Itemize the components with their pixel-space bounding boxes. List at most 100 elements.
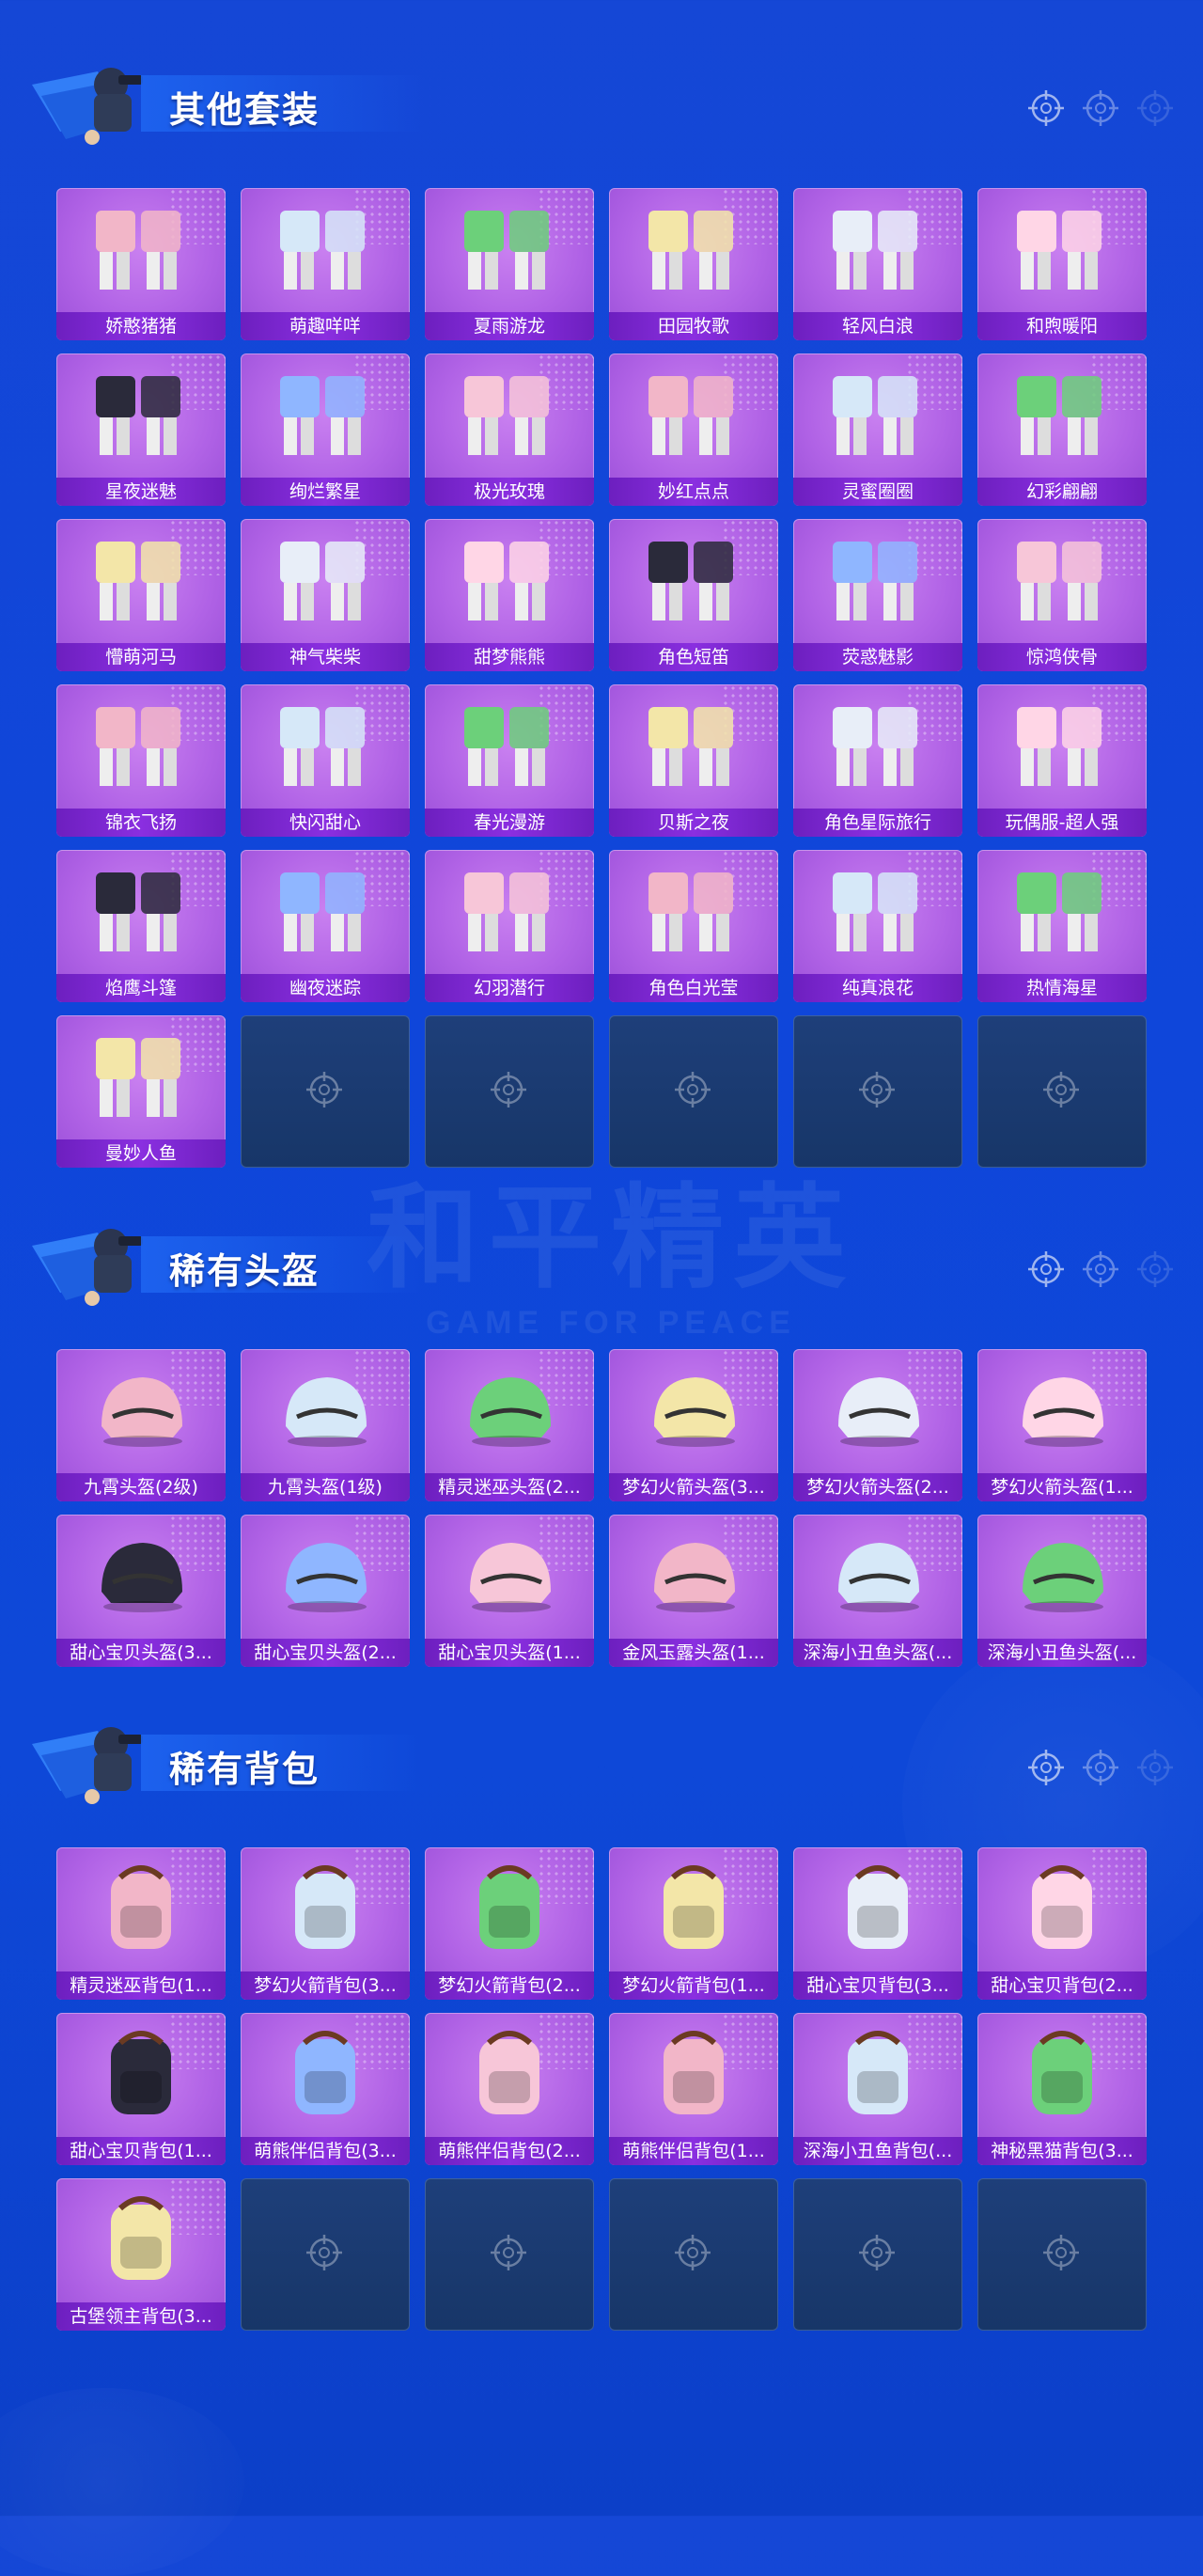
backpack-icon bbox=[664, 2031, 724, 2114]
empty-slot[interactable] bbox=[977, 1015, 1147, 1168]
outfit-icon bbox=[464, 872, 549, 951]
item-card[interactable]: 锦衣飞扬 bbox=[56, 684, 226, 837]
crosshair-icon bbox=[1081, 1249, 1120, 1289]
outfit-icon bbox=[280, 211, 365, 290]
item-card[interactable]: 妙红点点 bbox=[609, 353, 778, 506]
item-card[interactable]: 星夜迷魅 bbox=[56, 353, 226, 506]
item-card[interactable]: 萌趣咩咩 bbox=[241, 188, 410, 340]
item-card[interactable]: 绚烂繁星 bbox=[241, 353, 410, 506]
outfit-icon bbox=[1017, 211, 1101, 290]
item-card[interactable]: 神秘黑猫背包(3... bbox=[977, 2013, 1147, 2165]
item-card[interactable]: 精灵迷巫头盔(2... bbox=[425, 1349, 594, 1501]
item-card[interactable]: 九霄头盔(2级) bbox=[56, 1349, 226, 1501]
item-card[interactable]: 角色短笛 bbox=[609, 519, 778, 671]
item-card[interactable]: 甜心宝贝背包(1... bbox=[56, 2013, 226, 2165]
item-card[interactable]: 精灵迷巫背包(1... bbox=[56, 1847, 226, 2000]
empty-slot[interactable] bbox=[977, 2178, 1147, 2331]
item-card[interactable]: 贝斯之夜 bbox=[609, 684, 778, 837]
helmet-icon bbox=[654, 1377, 735, 1447]
crosshair-icon bbox=[1081, 1748, 1120, 1787]
item-card[interactable]: 轻风白浪 bbox=[793, 188, 962, 340]
item-label: 惊鸿侠骨 bbox=[977, 643, 1147, 671]
item-card[interactable]: 金风玉露头盔(1... bbox=[609, 1515, 778, 1667]
crosshair-icon bbox=[489, 1070, 530, 1111]
crosshair-icon bbox=[1135, 88, 1175, 128]
item-label: 角色星际旅行 bbox=[793, 809, 962, 837]
item-card[interactable]: 梦幻火箭头盔(2... bbox=[793, 1349, 962, 1501]
item-label: 热情海星 bbox=[977, 974, 1147, 1002]
item-card[interactable]: 和煦暖阳 bbox=[977, 188, 1147, 340]
item-card[interactable]: 梦幻火箭头盔(1... bbox=[977, 1349, 1147, 1501]
outfit-icon bbox=[280, 376, 365, 455]
item-label: 梦幻火箭背包(2... bbox=[425, 1971, 594, 2000]
empty-slot[interactable] bbox=[609, 1015, 778, 1168]
outfit-icon bbox=[280, 542, 365, 620]
item-label: 妙红点点 bbox=[609, 478, 778, 506]
item-card[interactable]: 甜心宝贝头盔(1... bbox=[425, 1515, 594, 1667]
helmet-icon bbox=[1023, 1543, 1103, 1612]
item-card[interactable]: 甜心宝贝背包(3... bbox=[793, 1847, 962, 2000]
item-card[interactable]: 懵萌河马 bbox=[56, 519, 226, 671]
empty-slot[interactable] bbox=[793, 2178, 962, 2331]
empty-slot[interactable] bbox=[425, 2178, 594, 2331]
item-card[interactable]: 热情海星 bbox=[977, 850, 1147, 1002]
item-card[interactable]: 梦幻火箭背包(3... bbox=[241, 1847, 410, 2000]
item-card[interactable]: 角色白光莹 bbox=[609, 850, 778, 1002]
empty-slot[interactable] bbox=[241, 1015, 410, 1168]
item-card[interactable]: 夏雨游龙 bbox=[425, 188, 594, 340]
empty-slot[interactable] bbox=[793, 1015, 962, 1168]
helmet-icon bbox=[102, 1543, 182, 1612]
item-card[interactable]: 甜心宝贝头盔(3... bbox=[56, 1515, 226, 1667]
item-card[interactable]: 神气柴柴 bbox=[241, 519, 410, 671]
item-card[interactable]: 幽夜迷踪 bbox=[241, 850, 410, 1002]
item-card[interactable]: 甜心宝贝头盔(2... bbox=[241, 1515, 410, 1667]
item-card[interactable]: 田园牧歌 bbox=[609, 188, 778, 340]
section-title: 稀有背包 bbox=[169, 1749, 320, 1790]
item-card[interactable]: 梦幻火箭背包(2... bbox=[425, 1847, 594, 2000]
item-label: 轻风白浪 bbox=[793, 312, 962, 340]
item-card[interactable]: 极光玫瑰 bbox=[425, 353, 594, 506]
item-card[interactable]: 荧惑魅影 bbox=[793, 519, 962, 671]
empty-slot[interactable] bbox=[425, 1015, 594, 1168]
item-label: 神气柴柴 bbox=[241, 643, 410, 671]
item-card[interactable]: 甜梦熊熊 bbox=[425, 519, 594, 671]
item-label: 萌熊伴侣背包(3... bbox=[241, 2137, 410, 2165]
item-label: 极光玫瑰 bbox=[425, 478, 594, 506]
item-card[interactable]: 梦幻火箭背包(1... bbox=[609, 1847, 778, 2000]
item-label: 甜心宝贝头盔(1... bbox=[425, 1639, 594, 1667]
item-card[interactable]: 梦幻火箭头盔(3... bbox=[609, 1349, 778, 1501]
outfit-icon bbox=[96, 1038, 180, 1117]
item-card[interactable]: 纯真浪花 bbox=[793, 850, 962, 1002]
outfit-icon bbox=[648, 211, 733, 290]
section-title: 其他套装 bbox=[169, 89, 320, 131]
item-card[interactable]: 深海小丑鱼头盔(... bbox=[793, 1515, 962, 1667]
item-card[interactable]: 九霄头盔(1级) bbox=[241, 1349, 410, 1501]
item-card[interactable]: 幻羽潜行 bbox=[425, 850, 594, 1002]
crosshair-icon bbox=[1041, 1070, 1083, 1111]
helmet-icon bbox=[1023, 1377, 1103, 1447]
item-card[interactable]: 惊鸿侠骨 bbox=[977, 519, 1147, 671]
empty-slot[interactable] bbox=[241, 2178, 410, 2331]
item-card[interactable]: 深海小丑鱼背包(... bbox=[793, 2013, 962, 2165]
item-label: 甜梦熊熊 bbox=[425, 643, 594, 671]
item-card[interactable]: 春光漫游 bbox=[425, 684, 594, 837]
item-card[interactable]: 曼妙人鱼 bbox=[56, 1015, 226, 1168]
item-card[interactable]: 萌熊伴侣背包(3... bbox=[241, 2013, 410, 2165]
outfit-icon bbox=[648, 872, 733, 951]
item-label: 幻羽潜行 bbox=[425, 974, 594, 1002]
item-card[interactable]: 灵蜜圈圈 bbox=[793, 353, 962, 506]
item-card[interactable]: 深海小丑鱼头盔(... bbox=[977, 1515, 1147, 1667]
crosshair-icon bbox=[1026, 88, 1066, 128]
item-card[interactable]: 娇憨猪猪 bbox=[56, 188, 226, 340]
item-card[interactable]: 玩偶服-超人强 bbox=[977, 684, 1147, 837]
item-card[interactable]: 古堡领主背包(3... bbox=[56, 2178, 226, 2331]
item-card[interactable]: 幻彩翩翩 bbox=[977, 353, 1147, 506]
empty-slot[interactable] bbox=[609, 2178, 778, 2331]
item-card[interactable]: 甜心宝贝背包(2... bbox=[977, 1847, 1147, 2000]
item-card[interactable]: 快闪甜心 bbox=[241, 684, 410, 837]
item-card[interactable]: 萌熊伴侣背包(1... bbox=[609, 2013, 778, 2165]
section-3: 稀有背包 精灵迷巫背包(1... 梦幻火箭背包(3... 梦幻火箭背包(2...… bbox=[0, 1706, 1203, 2331]
item-card[interactable]: 角色星际旅行 bbox=[793, 684, 962, 837]
item-card[interactable]: 焰鹰斗篷 bbox=[56, 850, 226, 1002]
item-card[interactable]: 萌熊伴侣背包(2... bbox=[425, 2013, 594, 2165]
